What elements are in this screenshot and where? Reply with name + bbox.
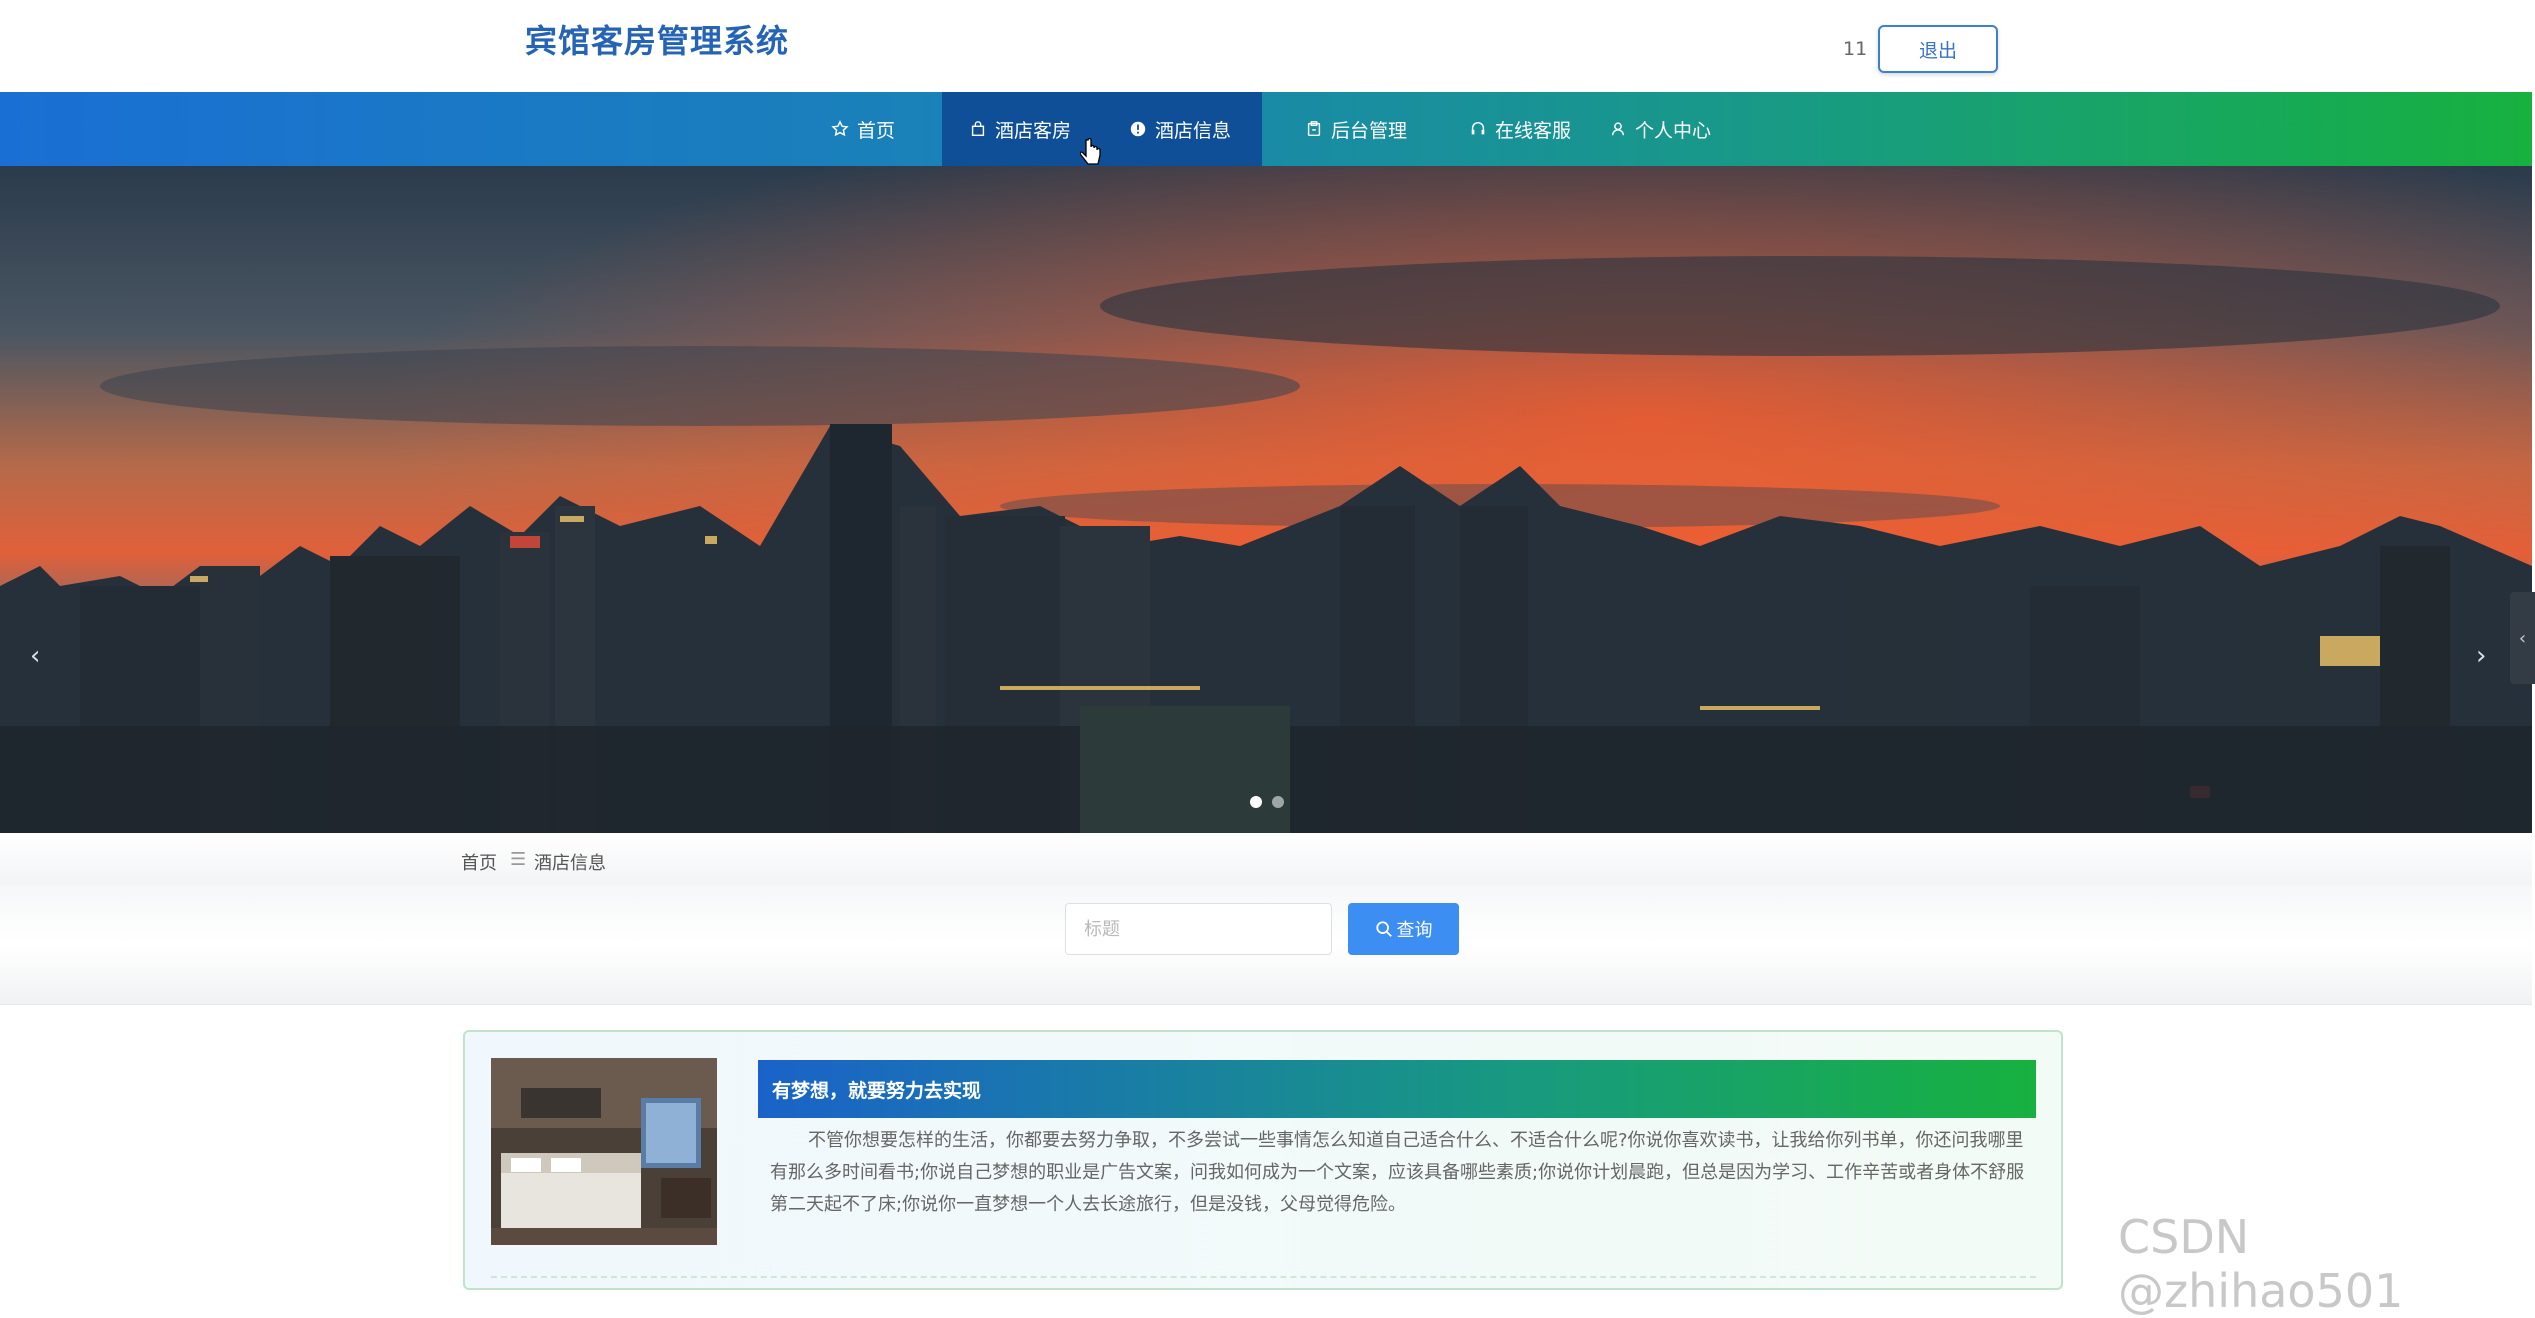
hotel-info-card[interactable]: 有梦想，就要努力去实现 不管你想要怎样的生活，你都要去努力争取，不多尝试一些事情… [463,1030,2063,1290]
nav-item-label: 后台管理 [1330,119,1407,142]
logout-button[interactable]: 退出 [1878,25,1998,73]
carousel-dot[interactable] [1250,796,1262,808]
nav-item-rooms[interactable]: 酒店客房 [942,92,1098,166]
star-icon [831,120,849,137]
divider [491,1276,2036,1278]
header: 宾馆客房管理系统 11 退出 [0,0,2535,92]
carousel-prev-arrow[interactable]: ‹ [30,641,40,671]
main-nav: 首页 酒店客房 酒店信息 后台管理 在线客服 个人中心 [0,92,2532,166]
bag-icon [971,121,985,137]
breadcrumb-home[interactable]: 首页 [461,849,497,875]
nav-item-label: 首页 [856,119,895,142]
clipboard-icon [1307,121,1321,137]
headset-icon [1471,122,1485,135]
nav-item-support[interactable]: 在线客服 [1440,92,1600,166]
username-label: 11 [1843,38,1868,60]
nav-item-label: 酒店客房 [994,119,1071,142]
breadcrumb-separator: ☰ [510,849,527,870]
search-button-label: 查询 [1396,920,1433,941]
nav-item-admin[interactable]: 后台管理 [1276,92,1436,166]
watermark: CSDN @zhihao501 [2118,1210,2404,1318]
breadcrumb: 首页 ☰ 酒店信息 [0,833,2532,885]
card-description: 不管你想要怎样的生活，你都要去努力争取，不多尝试一些事情怎么知道自己适合什么、不… [770,1130,2025,1215]
search-bar: 查询 [0,885,2532,1005]
user-icon [1611,122,1625,136]
search-button[interactable]: 查询 [1348,903,1459,955]
nav-item-label: 个人中心 [1634,119,1711,142]
nav-item-home[interactable]: 首页 [808,92,918,166]
carousel-next-arrow[interactable]: › [2476,641,2486,671]
nav-item-label: 在线客服 [1494,119,1571,142]
carousel-dot[interactable] [1272,796,1284,808]
nav-item-profile[interactable]: 个人中心 [1600,92,1720,166]
nav-item-label: 酒店信息 [1154,119,1231,142]
hotel-room-image [491,1058,717,1245]
info-icon [1130,121,1146,137]
breadcrumb-current: 酒店信息 [534,853,606,874]
hotel-room-thumbnail[interactable] [491,1058,717,1245]
side-collapse-tab[interactable]: ‹ [2510,592,2535,684]
hand-cursor-icon [1080,138,1101,165]
nav-item-hotel-info[interactable]: 酒店信息 [1098,92,1262,166]
site-title: 宾馆客房管理系统 [525,22,790,60]
card-title[interactable]: 有梦想，就要努力去实现 [758,1060,2036,1118]
title-search-input[interactable] [1065,903,1332,955]
city-skyline-image [0,166,2532,833]
search-icon [1375,921,1392,937]
carousel-dots [1250,796,1284,808]
banner-carousel[interactable]: ‹ › [0,166,2532,833]
